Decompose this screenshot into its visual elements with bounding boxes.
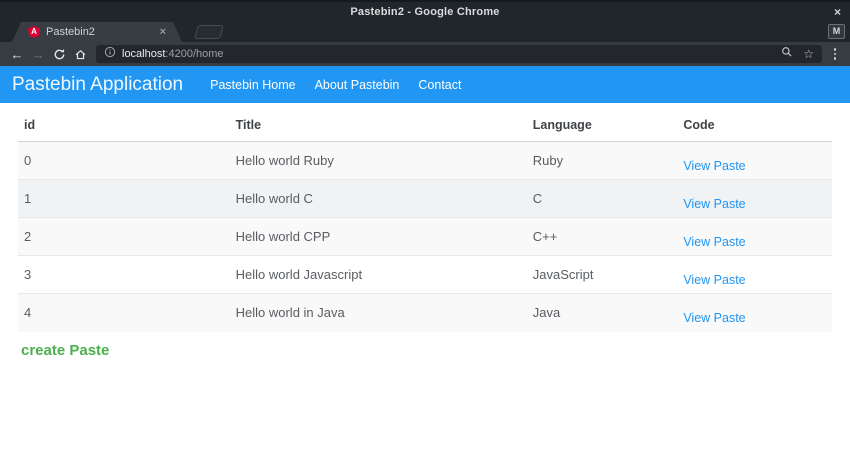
tab-title: Pastebin2: [46, 26, 95, 38]
cell-title: Hello world CPP: [229, 217, 527, 256]
cell-id: 4: [18, 293, 230, 332]
page-content: id Title Language Code 0 Hello world Rub…: [0, 103, 850, 360]
col-header-language: Language: [526, 105, 678, 142]
table-row: 0 Hello world Ruby Ruby View Paste: [18, 141, 832, 180]
window-title: Pastebin2 - Google Chrome: [350, 5, 500, 18]
cell-language: C: [526, 179, 678, 218]
back-icon[interactable]: ←: [8, 48, 26, 61]
url-path: :4200/home: [165, 48, 224, 60]
page-info-icon[interactable]: [104, 45, 116, 63]
cell-id: 2: [18, 217, 230, 256]
forward-icon[interactable]: →: [29, 48, 47, 61]
cell-language: JavaScript: [526, 255, 678, 294]
table-row: 4 Hello world in Java Java View Paste: [18, 293, 832, 332]
cell-id: 0: [18, 141, 230, 180]
browser-toolbar: ← → localhost :4200/home ☆: [0, 42, 850, 66]
cell-id: 3: [18, 255, 230, 294]
cell-code: View Paste: [677, 217, 832, 256]
col-header-title: Title: [229, 105, 527, 142]
cell-language: Java: [526, 293, 678, 332]
new-tab-button[interactable]: [194, 25, 224, 39]
create-paste-link[interactable]: create Paste: [21, 342, 109, 359]
col-header-code: Code: [677, 105, 832, 142]
nav-contact[interactable]: Contact: [418, 78, 461, 92]
nav-about-pastebin[interactable]: About Pastebin: [315, 78, 400, 92]
table-row: 1 Hello world C C View Paste: [18, 179, 832, 218]
window-close-icon[interactable]: ×: [834, 6, 841, 18]
bookmark-star-icon[interactable]: ☆: [803, 48, 814, 60]
view-paste-link[interactable]: View Paste: [683, 235, 745, 249]
cell-title: Hello world Ruby: [229, 141, 527, 180]
home-icon[interactable]: [71, 48, 89, 61]
cell-id: 1: [18, 179, 230, 218]
zoom-icon[interactable]: [781, 45, 793, 63]
cell-language: C++: [526, 217, 678, 256]
cell-title: Hello world Javascript: [229, 255, 527, 294]
cell-title: Hello world in Java: [229, 293, 527, 332]
reload-icon[interactable]: [50, 48, 68, 61]
view-paste-link[interactable]: View Paste: [683, 159, 745, 173]
address-bar[interactable]: localhost :4200/home ☆: [96, 45, 822, 63]
app-brand[interactable]: Pastebin Application: [12, 74, 183, 96]
tab-close-icon[interactable]: ×: [160, 27, 166, 38]
angular-logo-icon: A: [28, 26, 40, 38]
nav-pastebin-home[interactable]: Pastebin Home: [210, 78, 295, 92]
url-host: localhost: [122, 48, 166, 60]
view-paste-link[interactable]: View Paste: [683, 273, 745, 287]
cell-title: Hello world C: [229, 179, 527, 218]
cell-language: Ruby: [526, 141, 678, 180]
browser-menu-icon[interactable]: [828, 48, 842, 60]
table-row: 3 Hello world Javascript JavaScript View…: [18, 255, 832, 294]
col-header-id: id: [18, 105, 230, 142]
table-header-row: id Title Language Code: [18, 105, 832, 142]
view-paste-link[interactable]: View Paste: [683, 197, 745, 211]
cell-code: View Paste: [677, 293, 832, 332]
table-row: 2 Hello world CPP C++ View Paste: [18, 217, 832, 256]
paste-table: id Title Language Code 0 Hello world Rub…: [18, 105, 832, 332]
view-paste-link[interactable]: View Paste: [683, 311, 745, 325]
cell-code: View Paste: [677, 141, 832, 180]
cell-code: View Paste: [677, 255, 832, 294]
tab-pastebin2[interactable]: A Pastebin2 ×: [12, 22, 182, 42]
browser-window: Pastebin2 - Google Chrome × A Pastebin2 …: [0, 0, 850, 465]
app-navbar: Pastebin Application Pastebin Home About…: [0, 66, 850, 103]
window-titlebar: Pastebin2 - Google Chrome ×: [0, 0, 850, 21]
cell-code: View Paste: [677, 179, 832, 218]
profile-button[interactable]: M: [828, 24, 845, 39]
tab-strip: A Pastebin2 × M: [0, 21, 850, 42]
